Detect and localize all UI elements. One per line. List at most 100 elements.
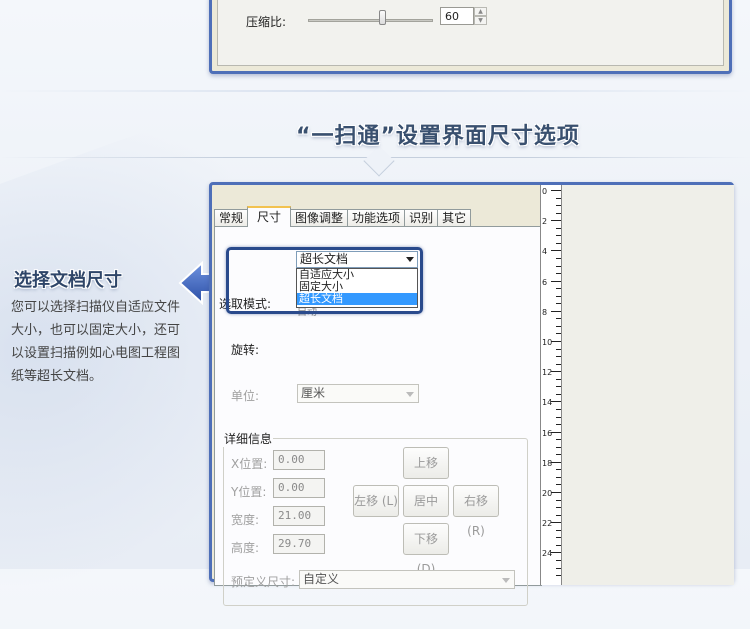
ruler-tick (556, 197, 561, 199)
preset-size-select[interactable]: 自定义 (299, 570, 515, 589)
tab-recognition[interactable]: 识别 (404, 209, 439, 227)
ruler-tick (556, 288, 561, 290)
ruler-tick (551, 310, 561, 312)
ruler-label: 10 (542, 338, 553, 347)
compress-ratio-input[interactable]: 60 (440, 7, 474, 25)
top-settings-window: 压缩比: 60 ▲ ▼ (209, 0, 732, 74)
caption-body: 您可以选择扫描仪自适应文件大小，也可以固定大小，还可以设置扫描例如心电图工程图纸… (11, 300, 181, 384)
ruler-tick (556, 295, 561, 297)
ruler-tick (551, 341, 561, 342)
y-position-label: Y位置: (231, 485, 267, 499)
ruler-tick (556, 476, 561, 478)
tab-size[interactable]: 尺寸 (247, 206, 292, 227)
ruler-tick (556, 212, 561, 214)
ruler-label: 14 (542, 398, 553, 408)
ruler-label: 4 (542, 247, 548, 257)
ruler-tick (556, 273, 561, 275)
ruler-tick (556, 303, 561, 305)
ruler-tick (556, 537, 561, 539)
ruler-label: 20 (542, 489, 553, 498)
ruler-tick (556, 424, 561, 426)
unit-select-value: 厘米 (301, 386, 326, 400)
ruler-tick (556, 446, 561, 448)
ruler-tick (556, 235, 561, 237)
vertical-ruler: 0 2 4 6 8 10 12 14 16 18 20 22 24 (540, 185, 562, 585)
ruler-tick (556, 544, 561, 546)
unit-label: 单位: (231, 389, 260, 403)
option-long-document[interactable]: 超长文档 (297, 293, 417, 305)
ruler-tick (556, 454, 561, 456)
tab-function-options[interactable]: 功能选项 (347, 209, 406, 227)
settings-tabs: 常规 尺寸 图像调整 功能选项 识别 其它 (214, 206, 472, 227)
move-down-button[interactable]: 下移 (D) (403, 523, 449, 576)
settings-panel: 常规 尺寸 图像调整 功能选项 识别 其它 选取模式: 旋转: 单位: 厘米 详… (214, 185, 544, 606)
ruler-label: 16 (542, 428, 553, 438)
ruler-tick (551, 250, 561, 252)
preset-size-label: 预定义尺寸: (231, 575, 296, 589)
center-button[interactable]: 居中 (M) (403, 485, 449, 538)
compress-ratio-slider-thumb[interactable] (379, 10, 386, 25)
scan-preview-area (562, 185, 734, 585)
height-label: 高度: (231, 541, 260, 555)
ruler-tick (551, 552, 561, 554)
width-input[interactable]: 21.00 (273, 506, 325, 526)
ruler-label: 24 (542, 549, 553, 559)
preset-size-value: 自定义 (303, 572, 340, 586)
tab-general[interactable]: 常规 (214, 209, 249, 227)
spin-down-icon[interactable]: ▼ (474, 16, 487, 25)
unit-select[interactable]: 厘米 (297, 384, 419, 403)
ruler-label: 6 (542, 277, 548, 287)
ruler-tick (556, 265, 561, 267)
ruler-tick (551, 401, 561, 403)
ruler-tick (556, 567, 561, 569)
scan-settings-window: 常规 尺寸 图像调整 功能选项 识别 其它 选取模式: 旋转: 单位: 厘米 详… (209, 182, 734, 606)
ruler-tick (556, 439, 561, 441)
ruler-tick (556, 325, 561, 327)
background-line (0, 90, 750, 92)
rotate-label: 旋转: (231, 343, 260, 357)
ruler-tick (556, 529, 561, 531)
x-position-input[interactable]: 0.00 (273, 450, 325, 470)
ruler-tick (556, 378, 561, 380)
ruler-tick (556, 559, 561, 561)
selection-mode-select[interactable]: 超长文档 (296, 251, 418, 268)
selection-mode-value: 超长文档 (300, 252, 349, 266)
y-position-input[interactable]: 0.00 (273, 478, 325, 498)
ruler-label: 8 (542, 307, 548, 317)
ruler-tick (556, 348, 561, 350)
ruler-tick (551, 461, 561, 463)
chevron-down-icon[interactable] (406, 257, 414, 262)
ruler-tick (556, 318, 561, 320)
ruler-tick (556, 205, 561, 207)
section-divider-notch (363, 145, 395, 177)
ruler-label: 22 (542, 519, 553, 529)
compress-ratio-spinner[interactable]: ▲ ▼ (474, 7, 487, 26)
tab-other[interactable]: 其它 (437, 209, 472, 227)
ruler-tick (556, 484, 561, 486)
ruler-tick (556, 408, 561, 410)
ruler-tick (551, 280, 561, 282)
ruler-label: 18 (542, 458, 553, 468)
ruler-tick (551, 190, 561, 191)
ruler-label: 0 (542, 187, 548, 196)
compress-ratio-slider-track[interactable] (308, 19, 433, 22)
ruler-tick (556, 507, 561, 509)
chevron-down-icon (406, 392, 414, 397)
move-left-button[interactable]: 左移 (L) (353, 485, 399, 517)
ruler-tick (556, 514, 561, 516)
ruler-tick (556, 393, 561, 395)
ruler-tick (551, 522, 561, 524)
width-label: 宽度: (231, 513, 260, 527)
ruler-tick (556, 257, 561, 259)
ruler-label: 12 (542, 368, 553, 378)
ruler-tick (551, 431, 561, 433)
ruler-tick (556, 499, 561, 501)
spin-up-icon[interactable]: ▲ (474, 7, 487, 16)
move-up-button[interactable]: 上移 (U) (403, 447, 449, 500)
ruler-tick (556, 575, 561, 577)
tab-image-adjust[interactable]: 图像调整 (290, 209, 349, 227)
ruler-tick (556, 356, 561, 358)
move-right-button[interactable]: 右移 (R) (453, 485, 499, 538)
selection-mode-options: 自适应大小 固定大小 超长文档 (296, 268, 418, 308)
height-input[interactable]: 29.70 (273, 534, 325, 554)
